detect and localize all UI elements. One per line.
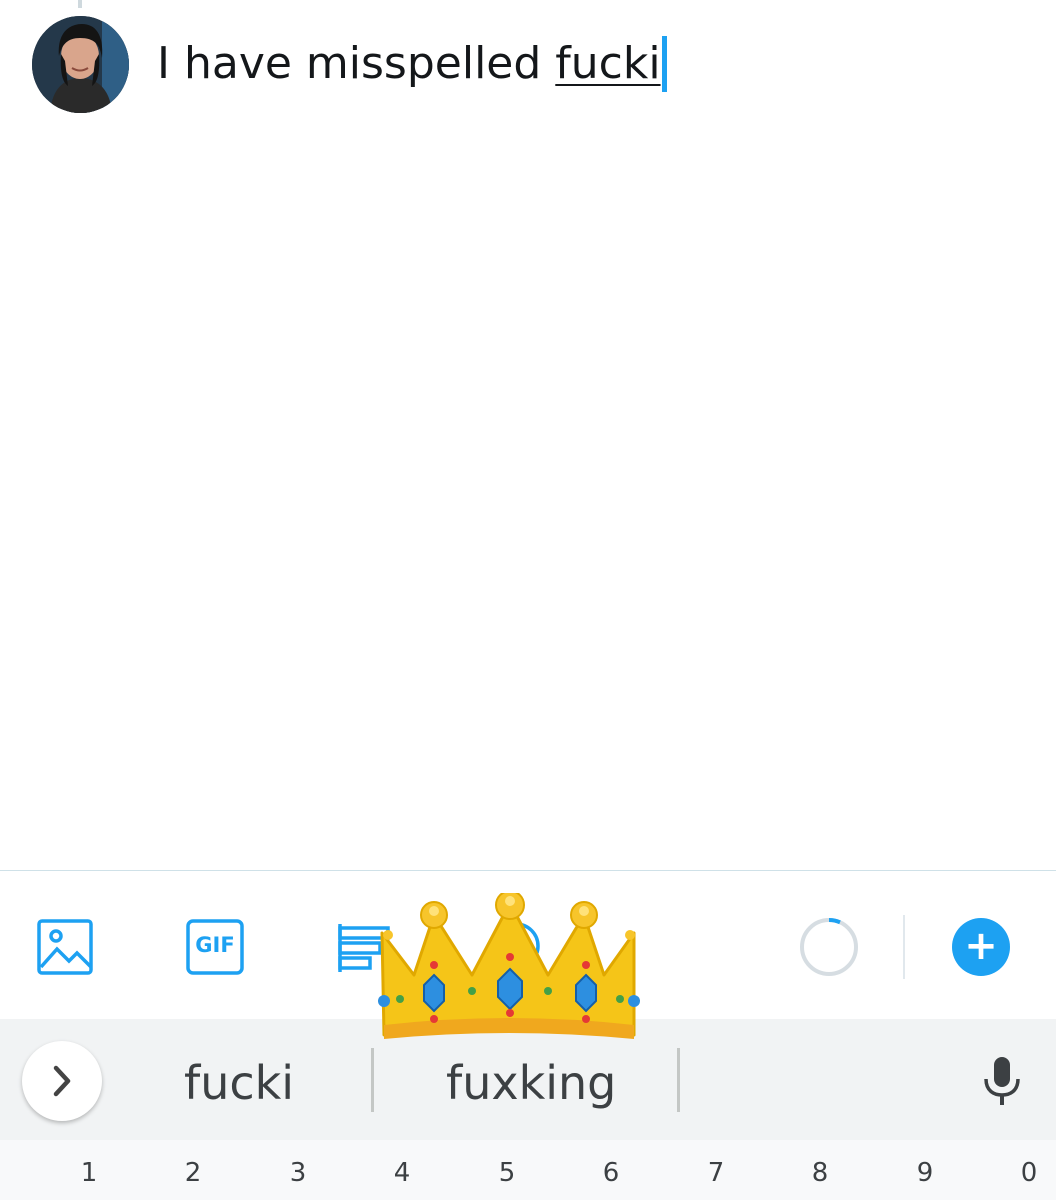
image-icon[interactable] <box>37 919 93 979</box>
compose-text-before: I have misspelled <box>157 38 556 89</box>
key-9[interactable]: 9 <box>905 1158 945 1188</box>
expand-suggestions-button[interactable] <box>22 1041 102 1121</box>
chevron-right-icon <box>53 1065 71 1097</box>
gif-label: GIF <box>195 933 235 957</box>
misspelled-word[interactable]: fucki <box>555 38 660 89</box>
microphone-icon[interactable] <box>982 1055 1022 1111</box>
key-3[interactable]: 3 <box>278 1158 318 1188</box>
key-2[interactable]: 2 <box>173 1158 213 1188</box>
key-5[interactable]: 5 <box>487 1158 527 1188</box>
key-7[interactable]: 7 <box>696 1158 736 1188</box>
thread-line <box>78 0 82 8</box>
key-8[interactable]: 8 <box>800 1158 840 1188</box>
suggestion-separator <box>371 1048 374 1112</box>
character-counter <box>798 916 860 982</box>
text-caret <box>661 36 667 92</box>
key-6[interactable]: 6 <box>591 1158 631 1188</box>
add-tweet-button[interactable]: + <box>952 918 1010 976</box>
toolbar-separator <box>903 915 905 979</box>
key-1[interactable]: 1 <box>69 1158 109 1188</box>
key-0[interactable]: 0 <box>1009 1158 1049 1188</box>
avatar[interactable] <box>32 16 129 113</box>
key-4[interactable]: 4 <box>382 1158 422 1188</box>
avatar-image <box>32 16 129 113</box>
suggestion-1[interactable]: fucki <box>184 1053 294 1113</box>
suggestion-2[interactable]: fuxking <box>446 1053 616 1113</box>
crown-emoji-icon <box>378 890 640 1049</box>
keyboard-number-row <box>0 1140 1056 1200</box>
suggestion-separator <box>677 1048 680 1112</box>
compose-input[interactable]: I have misspelled fucki <box>157 36 667 92</box>
gif-button[interactable]: GIF <box>186 919 244 979</box>
